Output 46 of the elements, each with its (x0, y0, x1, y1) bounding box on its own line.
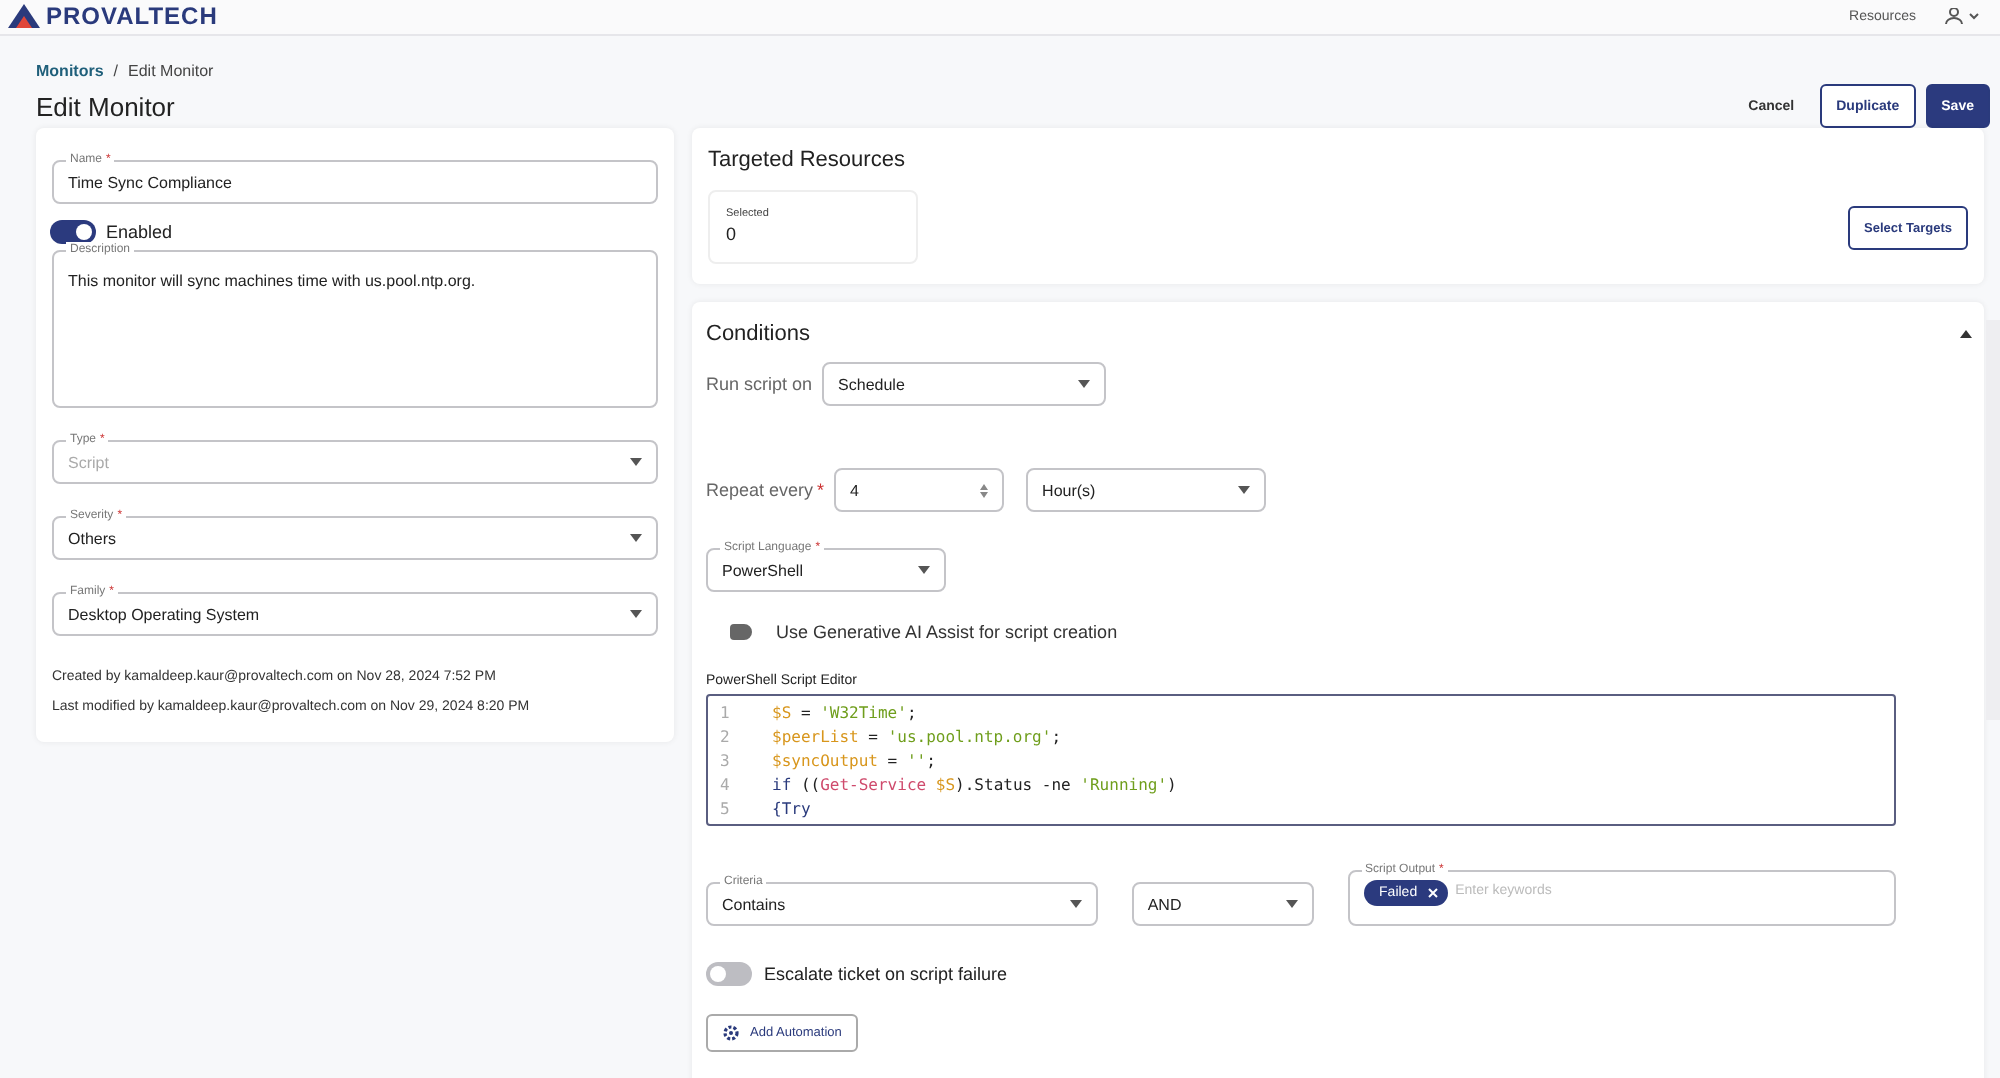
close-icon (1427, 888, 1438, 898)
line-number: 4 (720, 774, 732, 798)
section-title: Conditions (706, 322, 810, 346)
breadcrumb-link[interactable]: Monitors (36, 62, 104, 80)
spinner-icon (980, 483, 989, 497)
caret-icon (918, 566, 930, 574)
code-line: $S = 'W32Time'; (772, 702, 917, 726)
line-number: 1 (720, 702, 732, 726)
code-line: if ((Get-Service $S).Status -ne 'Running') (772, 774, 1177, 798)
field-label: Run script on (706, 374, 813, 394)
logo-icon (8, 4, 40, 28)
toggle-label: Escalate ticket on script failure (764, 964, 1008, 984)
code-editor[interactable]: 1 $S = 'W32Time'; 2 $peerList = 'us.pool.ntp.org'; 3 $syncOutput = ''; 4 if ((Get-Service $S).Status -ne 'Running') 5 {Try (706, 694, 1896, 826)
caret-icon (1069, 900, 1082, 908)
gear-icon (722, 1024, 740, 1042)
schedule-dropdown[interactable]: Schedule (822, 362, 1107, 406)
caret-icon (1078, 380, 1091, 388)
section-title: Targeted Resources (708, 148, 907, 172)
toggle-switch[interactable] (50, 220, 96, 244)
toggle-label: Enabled (106, 222, 173, 242)
code-line: $peerList = 'us.pool.ntp.org'; (772, 726, 1062, 750)
toggle-label: Use Generative AI Assist for script creation (776, 622, 1118, 642)
unit-dropdown[interactable]: Hour(s) (1026, 468, 1267, 512)
line-number: 5 (720, 798, 732, 822)
breadcrumb-current: Edit Monitor (128, 62, 214, 80)
field-label: Repeat every * (706, 480, 825, 500)
collapse-icon[interactable] (1960, 330, 1972, 338)
logo-text: PROVALTECH (46, 2, 218, 30)
caret-icon (630, 534, 642, 542)
breadcrumb-separator: / (113, 62, 119, 80)
caret-icon (630, 610, 642, 618)
required-marker: * (817, 480, 825, 500)
line-number: 3 (720, 750, 732, 774)
user-icon (1944, 8, 1980, 24)
operator-dropdown[interactable]: AND (1131, 882, 1314, 926)
code-line: $syncOutput = ''; (772, 750, 936, 774)
caret-icon (1238, 486, 1251, 494)
toggle-switch[interactable] (706, 962, 752, 986)
code-line: {Try (772, 798, 811, 822)
line-number: 2 (720, 726, 732, 750)
count-value: 0 (726, 224, 739, 244)
toggle-switch[interactable] (730, 624, 752, 640)
number-field[interactable]: 4 (834, 468, 1005, 512)
caret-icon (1285, 900, 1298, 908)
page-title: Edit Monitor (36, 91, 175, 121)
caret-icon (630, 458, 642, 466)
